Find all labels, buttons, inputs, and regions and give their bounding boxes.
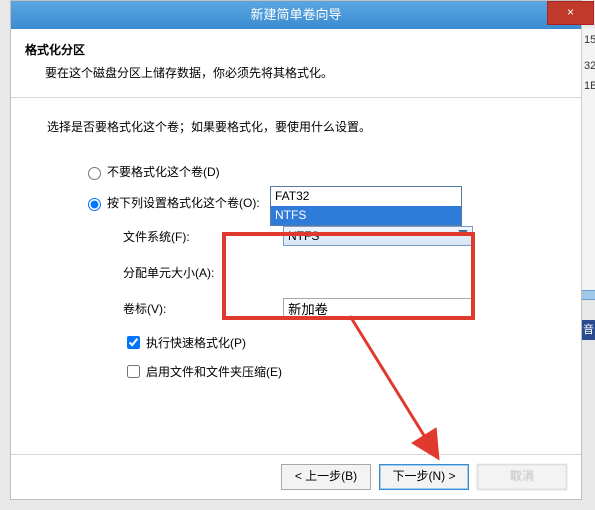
quick-format-input[interactable] xyxy=(127,336,140,349)
bg-text: 15 xyxy=(584,34,595,46)
allocation-label: 分配单元大小(A): xyxy=(123,264,283,281)
dropdown-option-fat32[interactable]: FAT32 xyxy=(271,187,461,206)
row-allocation: 分配单元大小(A): xyxy=(123,261,545,283)
wizard-window: 新建简单卷向导 × 格式化分区 要在这个磁盘分区上储存数据，你必须先将其格式化。… xyxy=(0,0,595,510)
quick-format-label: 执行快速格式化(P) xyxy=(146,334,246,351)
bg-text: 1B xyxy=(584,80,595,92)
radio-format-input[interactable] xyxy=(88,198,101,211)
background-separator xyxy=(582,290,595,300)
close-button[interactable]: × xyxy=(547,1,594,25)
radio-no-format[interactable]: 不要格式化这个卷(D) xyxy=(47,163,545,180)
filesystem-dropdown[interactable]: FAT32 NTFS xyxy=(270,186,462,226)
volume-input[interactable] xyxy=(283,298,473,318)
filesystem-label: 文件系统(F): xyxy=(123,228,283,245)
window-title: 新建简单卷向导 xyxy=(250,7,341,22)
wizard-footer: < 上一步(B) 下一步(N) > 取消 xyxy=(11,454,581,499)
filesystem-combo[interactable]: NTFS xyxy=(283,226,473,246)
wizard-content: 选择是否要格式化这个卷；如果要格式化，要使用什么设置。 不要格式化这个卷(D) … xyxy=(11,98,581,401)
bg-text: 32 xyxy=(584,60,595,72)
next-button[interactable]: 下一步(N) > xyxy=(379,464,469,490)
radio-format-label: 按下列设置格式化这个卷(O): xyxy=(107,194,260,211)
format-options: 文件系统(F): NTFS 分配单元大小(A): 卷标(V): xyxy=(47,225,545,319)
wizard-header: 格式化分区 要在这个磁盘分区上储存数据，你必须先将其格式化。 xyxy=(11,29,581,98)
radio-no-format-label: 不要格式化这个卷(D) xyxy=(107,163,220,180)
compression-input[interactable] xyxy=(127,365,140,378)
row-volume: 卷标(V): xyxy=(123,297,545,319)
close-icon: × xyxy=(567,5,574,19)
back-button[interactable]: < 上一步(B) xyxy=(281,464,371,490)
background-window-strip: 15 32 1B xyxy=(581,28,595,290)
checkbox-quick-format[interactable]: 执行快速格式化(P) xyxy=(47,333,545,352)
titlebar: 新建简单卷向导 xyxy=(11,1,581,29)
background-label: 音 xyxy=(582,320,595,340)
cancel-button[interactable]: 取消 xyxy=(477,464,567,490)
chevron-down-icon xyxy=(458,230,468,236)
page-subtitle: 要在这个磁盘分区上储存数据，你必须先将其格式化。 xyxy=(25,64,567,81)
instruction-text: 选择是否要格式化这个卷；如果要格式化，要使用什么设置。 xyxy=(47,118,545,135)
volume-label: 卷标(V): xyxy=(123,300,283,317)
compression-label: 启用文件和文件夹压缩(E) xyxy=(146,363,282,380)
filesystem-value: NTFS xyxy=(288,229,319,243)
window-body: 新建简单卷向导 × 格式化分区 要在这个磁盘分区上储存数据，你必须先将其格式化。… xyxy=(10,0,582,500)
page-title: 格式化分区 xyxy=(25,41,567,58)
dropdown-option-ntfs[interactable]: NTFS xyxy=(271,206,461,225)
radio-no-format-input[interactable] xyxy=(88,167,101,180)
checkbox-compression[interactable]: 启用文件和文件夹压缩(E) xyxy=(47,362,545,381)
row-filesystem: 文件系统(F): NTFS xyxy=(123,225,545,247)
